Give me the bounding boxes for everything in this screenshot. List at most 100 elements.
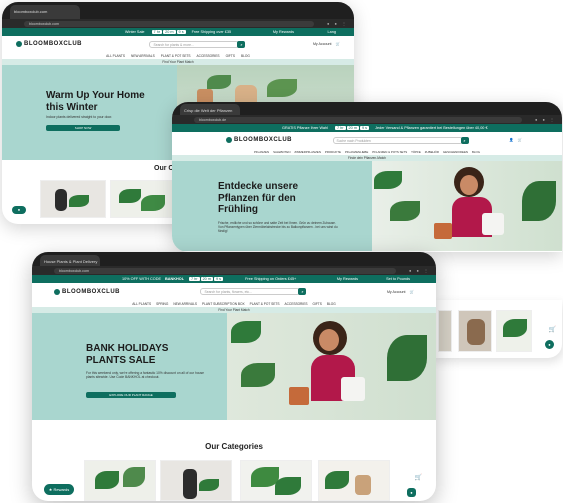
promo-bar: Winter Sale 7 hr 20 m9 s Free Shipping ov… xyxy=(2,28,354,36)
cart-icon[interactable]: 🛒 xyxy=(549,326,556,333)
account-link[interactable]: My Account xyxy=(313,42,332,46)
category-card[interactable] xyxy=(438,310,452,352)
currency-select[interactable]: Set to Pounds xyxy=(386,277,410,281)
nav-item[interactable]: ACCESSORIES xyxy=(197,54,220,58)
promo-text: 10% OFF WITH CODE xyxy=(122,277,162,281)
main-nav: ALL PLANTS NEW ARRIVALS PLANT & POT SETS… xyxy=(2,52,354,59)
language-select[interactable]: Lang xyxy=(328,30,336,34)
cart-icon[interactable]: 🛒 xyxy=(415,474,422,481)
shipping-text: Jeder Versand & Pflanzen garantiert bei … xyxy=(375,126,488,130)
nav-item[interactable]: GIFTS xyxy=(313,302,322,306)
browser-tab[interactable]: bloomboxclub.com xyxy=(10,5,80,19)
nav-item[interactable]: NEW ARRIVALS xyxy=(131,54,155,58)
leaf-shape xyxy=(241,363,275,387)
nav-item[interactable]: BLOG xyxy=(241,54,250,58)
search-input[interactable]: Suche nach Produkten xyxy=(332,136,463,144)
nav-item[interactable]: PLANT & POT SETS xyxy=(250,302,280,306)
account-link[interactable]: My Account xyxy=(387,290,406,294)
chat-icon[interactable]: ● xyxy=(545,340,554,349)
cart-icon[interactable]: 🛒 xyxy=(518,138,522,142)
cart-icon[interactable]: 🛒 xyxy=(336,42,340,46)
chat-icon[interactable]: ● xyxy=(407,488,416,497)
site-logo[interactable]: BLOOMBOXCLUB xyxy=(16,41,82,47)
cart-icon[interactable]: 🛒 xyxy=(410,290,414,294)
countdown: 7 hr 20 m9 s xyxy=(335,126,370,130)
countdown: 7 hr 20 m9 s xyxy=(189,277,224,281)
hero-text: For this weekend only, we're offering a … xyxy=(86,371,204,380)
nav-item[interactable]: GESCHENKIDEEN xyxy=(443,150,468,154)
address-bar: bloomboxclub.de ● ● ⋮ xyxy=(172,115,562,124)
shipping-text: Free Shipping over £35 xyxy=(191,30,232,34)
shipping-text: Free Shipping on Orders £45+ xyxy=(245,277,297,281)
category-card[interactable] xyxy=(84,460,156,501)
category-card[interactable] xyxy=(160,460,232,501)
hero-banner: Entdecke unsere Pflanzen für den Frühlin… xyxy=(172,161,562,251)
basket-shape xyxy=(355,475,371,495)
search-input[interactable]: Search for plants, flowers, etc... xyxy=(200,288,301,295)
leaf-shape xyxy=(231,321,261,343)
category-card[interactable] xyxy=(458,310,492,352)
nav-item[interactable]: PLANT & POT SETS xyxy=(161,54,191,58)
leaf-shape xyxy=(119,189,141,203)
hero-cta-button[interactable]: EXPLORE OUR PLANT RANGE xyxy=(86,392,176,398)
logo-icon xyxy=(16,41,22,47)
search-icon[interactable]: ⌕ xyxy=(460,136,469,144)
browser-window-2: Crisp die Welt der Pflanzen bloomboxclub… xyxy=(172,102,562,252)
hero-cta-button[interactable]: SHOP NOW xyxy=(46,125,120,131)
browser-menu-icon[interactable]: ● ● ⋮ xyxy=(409,268,430,273)
nav-item[interactable]: SPRING xyxy=(156,302,168,306)
logo-icon xyxy=(54,288,60,295)
search-input[interactable]: Search for plants & more... xyxy=(149,40,240,48)
url-field[interactable]: bloomboxclub.de xyxy=(194,116,522,123)
chat-icon[interactable]: ● xyxy=(12,206,26,214)
nav-item[interactable]: BLOG xyxy=(327,302,336,306)
nav-item[interactable]: SALEBOTEN xyxy=(273,150,290,154)
browser-menu-icon[interactable]: ● ● ⋮ xyxy=(535,117,556,122)
rewards-button[interactable]: ★ Rewards xyxy=(44,484,74,495)
site-logo[interactable]: BLOOMBOXCLUB xyxy=(54,288,120,295)
site-header: BLOOMBOXCLUB Suche nach Produkten ⌕ 👤 🛒 xyxy=(172,132,562,148)
browser-window-2-lower: 🛒 ● xyxy=(432,300,562,358)
leaf-shape xyxy=(503,319,527,337)
account-icon[interactable]: 👤 xyxy=(509,138,513,142)
category-card[interactable] xyxy=(40,180,106,218)
site-logo[interactable]: BLOOMBOXCLUB xyxy=(226,137,292,143)
leaf-shape xyxy=(387,335,427,381)
nav-item[interactable]: NEW ARRIVALS xyxy=(173,302,197,306)
browser-menu-icon[interactable]: ● ● ⋮ xyxy=(327,21,348,26)
leaf-shape xyxy=(141,195,165,211)
nav-item[interactable]: ZUBEHÖR xyxy=(425,150,439,154)
rewards-link[interactable]: My Rewards xyxy=(273,30,294,34)
nav-item[interactable]: BLOG xyxy=(472,150,480,154)
url-field[interactable]: bloomboxclub.com xyxy=(54,267,396,274)
rewards-link[interactable]: My Rewards xyxy=(337,277,358,281)
category-card[interactable] xyxy=(318,460,390,501)
search-icon[interactable]: ⌕ xyxy=(237,40,246,48)
category-card[interactable] xyxy=(496,310,532,352)
pot-shape xyxy=(341,377,365,401)
nav-item[interactable]: PRODUKTE xyxy=(325,150,341,154)
nav-item[interactable]: PFLANZEN & POTS SETS xyxy=(372,150,407,154)
leaf-shape xyxy=(390,201,420,221)
nav-item[interactable]: PFLANZENLIEBE xyxy=(345,150,368,154)
nav-item[interactable]: ALL PLANTS xyxy=(106,54,125,58)
nav-item[interactable]: PLANT SUBSCRIPTION BOX xyxy=(202,302,245,306)
browser-tabbar: Crisp die Welt der Pflanzen xyxy=(172,102,562,115)
site-header: BLOOMBOXCLUB Search for plants & more...… xyxy=(2,36,354,52)
category-card[interactable] xyxy=(240,460,312,501)
nav-item[interactable]: ACCESSORIES xyxy=(284,302,307,306)
nav-item[interactable]: TÖPFE xyxy=(411,150,421,154)
category-card[interactable] xyxy=(110,180,176,218)
hero-image xyxy=(227,313,436,420)
nav-item[interactable]: ZIMMERPFLANZEN xyxy=(294,150,321,154)
nav-item[interactable]: ALL PLANTS xyxy=(132,302,151,306)
search-icon[interactable]: ⌕ xyxy=(298,288,307,295)
browser-tab[interactable]: House Plants & Plant Delivery xyxy=(40,255,100,266)
nav-item[interactable]: PFLANZEN xyxy=(254,150,269,154)
main-nav: PFLANZEN SALEBOTEN ZIMMERPFLANZEN PRODUK… xyxy=(172,148,562,155)
leaf-shape xyxy=(275,477,301,495)
url-field[interactable]: bloomboxclub.com xyxy=(24,20,314,27)
browser-tab[interactable]: Crisp die Welt der Pflanzen xyxy=(180,104,240,115)
nav-item[interactable]: GIFTS xyxy=(226,54,235,58)
leaf-shape xyxy=(123,467,145,487)
